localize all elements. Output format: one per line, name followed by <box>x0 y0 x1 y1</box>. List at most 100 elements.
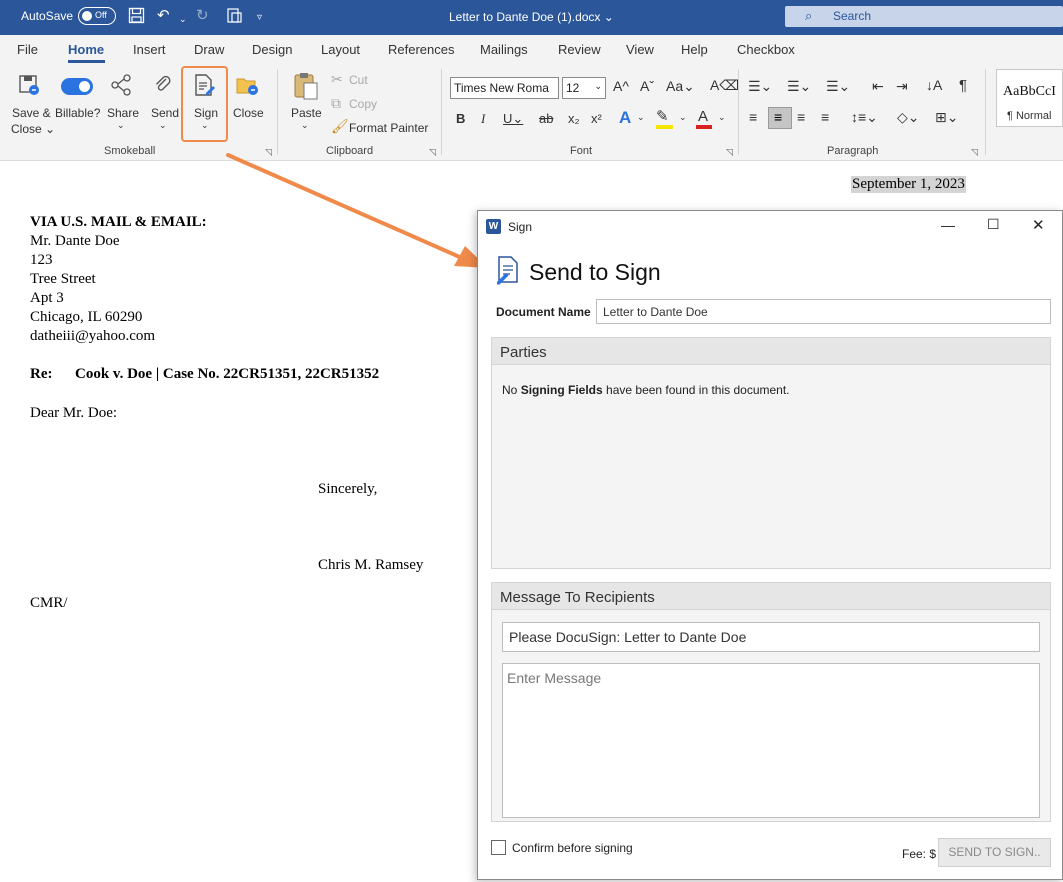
undo-icon[interactable]: ↶ <box>157 7 170 25</box>
shading-icon[interactable]: ◇⌄ <box>897 109 920 126</box>
parties-header: Parties <box>492 338 1050 365</box>
document-name-input[interactable] <box>596 299 1051 324</box>
search-box[interactable]: ⌕ Search <box>785 6 1063 27</box>
scissors-icon: ✂ <box>331 71 343 87</box>
customize-qat-icon[interactable]: ▿ <box>257 9 262 27</box>
justify-icon[interactable]: ≡ <box>821 109 829 125</box>
fee-label: Fee: $ <box>902 847 937 861</box>
close-icon[interactable]: ✕ <box>1032 216 1045 234</box>
tab-mailings[interactable]: Mailings <box>480 42 528 57</box>
initials: CMR/ <box>30 595 68 611</box>
tab-file[interactable]: File <box>17 42 38 57</box>
minimize-icon[interactable]: — <box>941 217 955 233</box>
dialog-window-title: Sign <box>508 220 533 234</box>
address-line: Chicago, IL 60290 <box>30 309 143 325</box>
font-name-value: Times New Roma <box>454 81 549 95</box>
send-dropdown-icon: ⌄ <box>159 120 167 130</box>
autosave-state: Off <box>95 10 107 20</box>
line-spacing-icon[interactable]: ↕≡⌄ <box>851 109 878 126</box>
autosave-label: AutoSave <box>21 9 74 23</box>
clear-formatting-icon[interactable]: A⌫ <box>710 77 739 94</box>
maximize-icon[interactable]: ☐ <box>987 216 1000 233</box>
align-right-icon[interactable]: ≡ <box>797 109 805 125</box>
copy-icon: ⧉ <box>331 95 341 111</box>
superscript-icon[interactable]: x² <box>591 111 602 126</box>
text-effects-icon[interactable]: A <box>619 108 631 128</box>
print-preview-icon[interactable] <box>226 7 243 29</box>
message-subject-input[interactable] <box>502 622 1040 652</box>
change-case-icon[interactable]: Aa⌄ <box>666 78 695 95</box>
address-line: Apt 3 <box>30 290 64 306</box>
highlight-icon[interactable]: ✎ <box>656 107 669 125</box>
style-normal[interactable]: AaBbCcI ¶ Normal <box>996 69 1063 127</box>
tab-home[interactable]: Home <box>68 42 104 57</box>
parties-title: Parties <box>500 344 547 361</box>
smokeball-launcher-icon[interactable]: ◹ <box>265 147 272 158</box>
bullets-icon[interactable]: ☰⌄ <box>748 78 772 95</box>
align-center-button[interactable]: ≡ <box>768 107 792 129</box>
increase-indent-icon[interactable]: ⇥ <box>896 78 908 95</box>
smokeball-group-label: Smokeball <box>104 145 156 157</box>
tab-layout[interactable]: Layout <box>321 42 360 57</box>
paragraph-launcher-icon[interactable]: ◹ <box>971 147 978 158</box>
paragraph-group-label: Paragraph <box>827 145 879 157</box>
sign-dialog: W Sign — ☐ ✕ Send to Sign Document Name … <box>477 210 1063 880</box>
subscript-icon[interactable]: x₂ <box>568 111 580 126</box>
confirm-checkbox[interactable] <box>491 840 506 855</box>
numbering-icon[interactable]: ☰⌄ <box>787 78 811 95</box>
multilevel-list-icon[interactable]: ☰⌄ <box>826 78 850 95</box>
font-color-dropdown-icon[interactable]: ⌄ <box>718 112 726 123</box>
grow-font-icon[interactable]: A^ <box>613 78 629 94</box>
bold-icon[interactable]: B <box>456 111 465 126</box>
undo-dropdown-icon[interactable]: ⌄ <box>179 10 187 28</box>
title-bar: AutoSave Off ↶ ⌄ ↻ ▿ Letter to Dante Doe… <box>0 0 1063 35</box>
message-body-input[interactable] <box>502 663 1040 818</box>
decrease-indent-icon[interactable]: ⇤ <box>872 78 884 95</box>
tab-help[interactable]: Help <box>681 42 708 57</box>
ribbon-separator <box>738 69 739 155</box>
sort-icon[interactable]: ↓A <box>926 77 942 93</box>
highlight-dropdown-icon[interactable]: ⌄ <box>679 112 687 123</box>
tab-view[interactable]: View <box>626 42 654 57</box>
align-center-icon: ≡ <box>774 109 783 125</box>
font-name-select[interactable]: Times New Roma <box>450 77 559 99</box>
message-header: Message To Recipients <box>492 583 1050 610</box>
paste-dropdown-icon: ⌄ <box>301 120 309 130</box>
italic-icon[interactable]: I <box>481 111 485 127</box>
underline-icon[interactable]: U⌄ <box>503 111 523 127</box>
align-left-icon[interactable]: ≡ <box>749 109 757 125</box>
send-to-sign-button[interactable]: SEND TO SIGN.. <box>938 838 1051 867</box>
strikethrough-icon[interactable]: ab <box>539 111 553 126</box>
format-painter-label: Format Painter <box>349 121 429 135</box>
paste-label: Paste <box>291 106 322 120</box>
word-window: AutoSave Off ↶ ⌄ ↻ ▿ Letter to Dante Doe… <box>0 0 1063 882</box>
billable-label: Billable? <box>55 106 101 120</box>
paste-icon <box>292 71 320 106</box>
show-formatting-icon[interactable]: ¶ <box>959 77 967 94</box>
tab-review[interactable]: Review <box>558 42 601 57</box>
borders-icon[interactable]: ⊞⌄ <box>935 109 958 126</box>
tab-references[interactable]: References <box>388 42 454 57</box>
share-dropdown-icon: ⌄ <box>117 120 125 130</box>
autosave-toggle[interactable]: Off <box>78 7 116 25</box>
text-effects-dropdown-icon[interactable]: ⌄ <box>637 112 645 123</box>
shrink-font-icon[interactable]: Aˇ <box>640 78 654 94</box>
letter-date: September 1, 2023 <box>851 176 966 193</box>
font-size-select[interactable]: 12 ⌄ <box>562 77 606 99</box>
font-group-label: Font <box>570 145 593 157</box>
word-app-icon: W <box>486 219 501 234</box>
tab-draw[interactable]: Draw <box>194 42 224 57</box>
style-sample-text: AaBbCcI <box>1003 84 1056 99</box>
tab-design[interactable]: Design <box>252 42 292 57</box>
redo-icon[interactable]: ↻ <box>196 7 209 25</box>
message-title: Message To Recipients <box>500 589 655 606</box>
font-color-icon[interactable]: A <box>698 108 708 125</box>
re-label: Re: <box>30 366 53 382</box>
tab-insert[interactable]: Insert <box>133 42 166 57</box>
document-title[interactable]: Letter to Dante Doe (1).docx ⌄ <box>449 10 614 24</box>
tab-checkbox[interactable]: Checkbox <box>737 42 795 57</box>
ribbon-tabs: File Home Insert Draw Design Layout Refe… <box>0 35 1063 63</box>
save-icon[interactable] <box>128 7 145 29</box>
clipboard-launcher-icon[interactable]: ◹ <box>429 147 436 158</box>
font-launcher-icon[interactable]: ◹ <box>726 147 733 158</box>
